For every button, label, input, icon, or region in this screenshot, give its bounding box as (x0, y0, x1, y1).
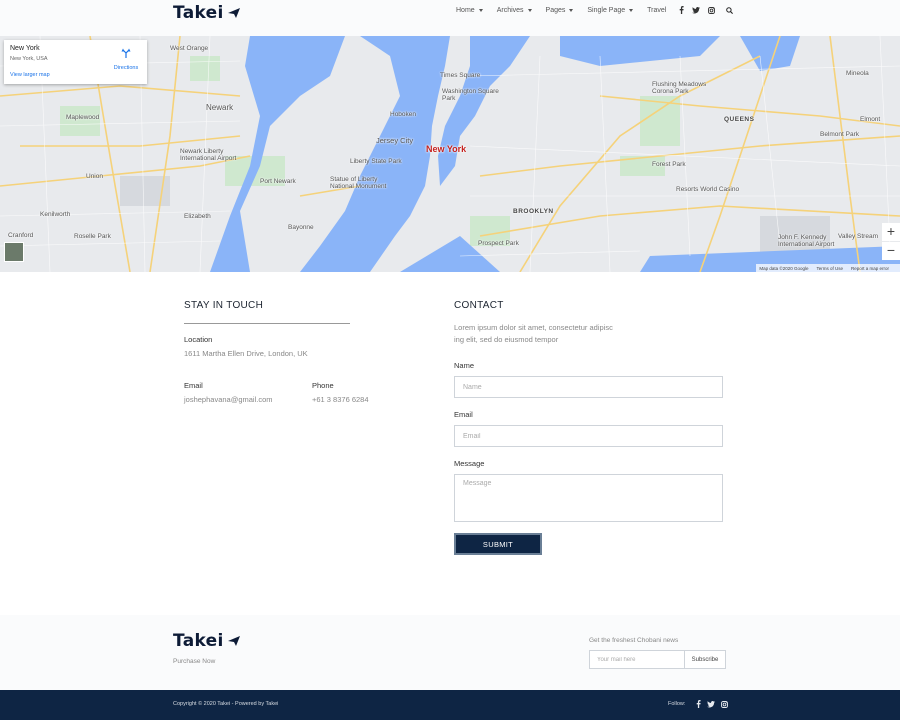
satellite-toggle[interactable] (4, 242, 24, 262)
map-place-label: Kenilworth (40, 211, 71, 218)
facebook-icon[interactable] (694, 700, 702, 708)
paper-plane-icon (227, 8, 240, 18)
map-place-label: Resorts World Casino (676, 186, 740, 193)
paper-plane-icon (227, 636, 240, 646)
map-place-label: Washington Square Park (442, 88, 499, 102)
search-icon[interactable] (725, 6, 733, 14)
map-place-label: BROOKLYN (513, 208, 554, 215)
header-icons (677, 6, 740, 14)
map-info-card: New York New York, USA View larger map D… (4, 40, 147, 84)
contact-title: CONTACT (454, 300, 504, 311)
map-place-label: Valley Stream (838, 233, 878, 240)
name-label: Name (454, 361, 475, 370)
site-header: Takei Home Archives Pages Single Page Tr… (0, 0, 900, 36)
map-place-label: Elizabeth (184, 213, 211, 220)
map-data-text: Map data ©2020 Google (759, 265, 809, 271)
logo-text: Takei (173, 3, 224, 23)
subscribe-button[interactable]: Subscribe (684, 650, 726, 669)
newsletter-label: Get the freshest Chobani news (589, 637, 679, 644)
email-label: Email (184, 381, 203, 390)
map-place-label: Hoboken (390, 111, 417, 118)
map-place-label: Newark (206, 103, 234, 112)
copyright-text: Copyright © 2020 Takei - Powered by Take… (173, 701, 279, 707)
main-nav: Home Archives Pages Single Page Travel (456, 7, 680, 14)
instagram-icon[interactable] (707, 6, 715, 14)
chevron-down-icon (569, 9, 574, 12)
map-place-label: Roselle Park (74, 233, 111, 240)
twitter-icon[interactable] (692, 6, 700, 14)
map-place-label: Prospect Park (478, 240, 519, 247)
newsletter-email-input[interactable] (589, 650, 685, 669)
report-link[interactable]: Report a map error (851, 266, 889, 271)
nav-item-travel[interactable]: Travel (647, 7, 666, 14)
directions-button[interactable]: Directions (111, 45, 141, 71)
email-value[interactable]: joshephavana@gmail.com (184, 395, 273, 404)
follow-label: Follow: (668, 701, 686, 707)
footer-logo[interactable]: Takei (173, 631, 240, 651)
directions-label: Directions (113, 65, 139, 71)
map-place-label: QUEENS (724, 116, 755, 123)
nav-item-archives[interactable]: Archives (497, 7, 532, 14)
map-place-label: Maplewood (66, 114, 100, 121)
location-value: 1611 Martha Ellen Drive, London, UK (184, 349, 308, 358)
directions-icon (121, 48, 131, 58)
map-place-label: Forest Park (652, 161, 686, 168)
nav-item-single-page[interactable]: Single Page (587, 7, 634, 14)
footer-logo-text: Takei (173, 631, 224, 651)
phone-label: Phone (312, 381, 334, 390)
email-field-label: Email (454, 410, 473, 419)
terms-link[interactable]: Terms of Use (816, 266, 843, 271)
submit-button[interactable]: SUBMIT (454, 533, 542, 555)
logo[interactable]: Takei (173, 3, 240, 23)
zoom-out-button[interactable]: − (882, 242, 900, 260)
purchase-now-link[interactable]: Purchase Now (173, 658, 215, 665)
view-larger-map-link[interactable]: View larger map (10, 72, 50, 78)
map-card-title: New York (10, 45, 40, 52)
email-input[interactable] (454, 425, 723, 447)
chevron-down-icon (629, 9, 634, 12)
social-links (694, 700, 733, 708)
map-place-label: Belmont Park (820, 131, 860, 138)
map-place-label: West Orange (170, 45, 209, 52)
twitter-icon[interactable] (707, 700, 715, 708)
map-place-label: Jersey City (376, 136, 414, 145)
nav-item-home[interactable]: Home (456, 7, 483, 14)
map-place-label: Port Newark (260, 178, 296, 185)
site-footer: Takei Purchase Now Get the freshest Chob… (0, 615, 900, 690)
instagram-icon[interactable] (720, 700, 728, 708)
stay-in-touch-title: STAY IN TOUCH (184, 300, 264, 311)
map-place-label: Cranford (8, 232, 34, 239)
message-label: Message (454, 459, 485, 468)
embedded-map[interactable]: West Orange Newark Maplewood Union Kenil… (0, 36, 900, 272)
name-input[interactable] (454, 376, 723, 398)
map-place-label: Statue of Liberty National Monument (330, 176, 387, 190)
contact-intro: Lorem ipsum dolor sit amet, consectetur … (454, 323, 613, 344)
facebook-icon[interactable] (677, 6, 685, 14)
chevron-down-icon (478, 9, 483, 12)
map-place-label: Newark Liberty International Airport (180, 148, 237, 162)
section-divider (184, 323, 350, 324)
map-place-label: Elmont (860, 116, 881, 123)
chevron-down-icon (527, 9, 532, 12)
map-place-label: Times Square (440, 72, 481, 79)
bottom-bar: Copyright © 2020 Takei - Powered by Take… (0, 690, 900, 720)
location-label: Location (184, 335, 213, 344)
map-place-label: Bayonne (288, 224, 314, 231)
map-city-label: New York (426, 144, 467, 154)
map-place-label: Flushing Meadows Corona Park (652, 81, 707, 95)
map-card-subtitle: New York, USA (10, 56, 48, 62)
phone-value[interactable]: +61 3 8376 6284 (312, 395, 369, 404)
map-place-label: Mineola (846, 70, 869, 77)
map-place-label: Liberty State Park (350, 158, 402, 165)
map-place-label: Union (86, 173, 103, 180)
nav-item-pages[interactable]: Pages (546, 7, 574, 14)
message-textarea[interactable] (454, 474, 723, 522)
zoom-in-button[interactable]: + (882, 223, 900, 241)
map-attribution: Map data ©2020 Google Terms of Use Repor… (756, 264, 900, 272)
